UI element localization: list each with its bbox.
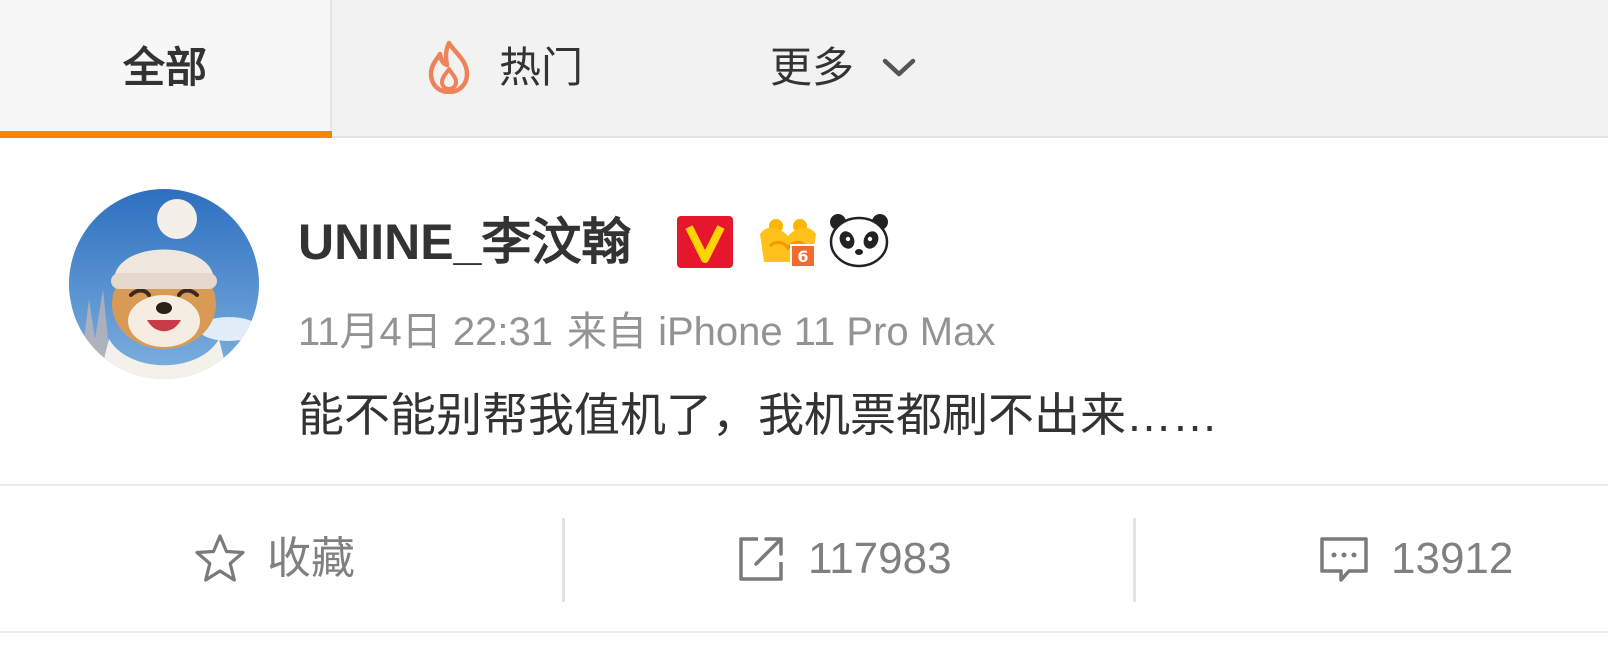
post-time[interactable]: 11月4日 22:31 [298,310,553,354]
post-text: 能不能别帮我值机了，我机票都刷不出来…… [298,389,1218,441]
vip-crown-badge-icon[interactable]: 6 [756,212,820,270]
author-name[interactable]: UNINE_李汶翰 [298,212,631,272]
avatar[interactable] [69,189,259,379]
repost-button[interactable]: 117983 [734,486,952,632]
post-action-bar: 收藏 117983 13912 [0,486,1608,649]
verified-v-badge-icon[interactable] [676,215,734,269]
star-icon [195,534,245,582]
panda-badge-icon[interactable] [828,212,890,268]
chevron-down-icon [882,58,916,77]
tab-all[interactable]: 全部 [0,0,332,138]
avatar-shiba-dog-image [69,189,259,379]
post-source: 来自 iPhone 11 Pro Max [566,310,996,354]
post-meta: 11月4日 22:31 来自 iPhone 11 Pro Max [298,306,995,358]
vip-level-text: 6 [797,247,808,266]
action-separator [562,518,565,602]
comment-count: 13912 [1391,534,1514,583]
tab-all-label: 全部 [122,44,207,91]
comment-button[interactable]: 13912 [1317,486,1513,632]
favorite-label: 收藏 [267,534,355,583]
tab-hot-label: 热门 [499,44,584,91]
action-separator [1133,518,1136,602]
feed-tab-bar: 全部 热门 更多 [0,0,1608,138]
flame-icon [428,40,470,94]
active-tab-indicator [0,131,332,138]
favorite-button[interactable]: 收藏 [193,486,355,632]
tab-more-label: 更多 [770,44,855,91]
repost-count: 117983 [808,534,952,583]
comment-bubble-icon [1320,537,1368,582]
card-bottom-border [0,631,1608,633]
repost-share-icon [739,537,783,581]
